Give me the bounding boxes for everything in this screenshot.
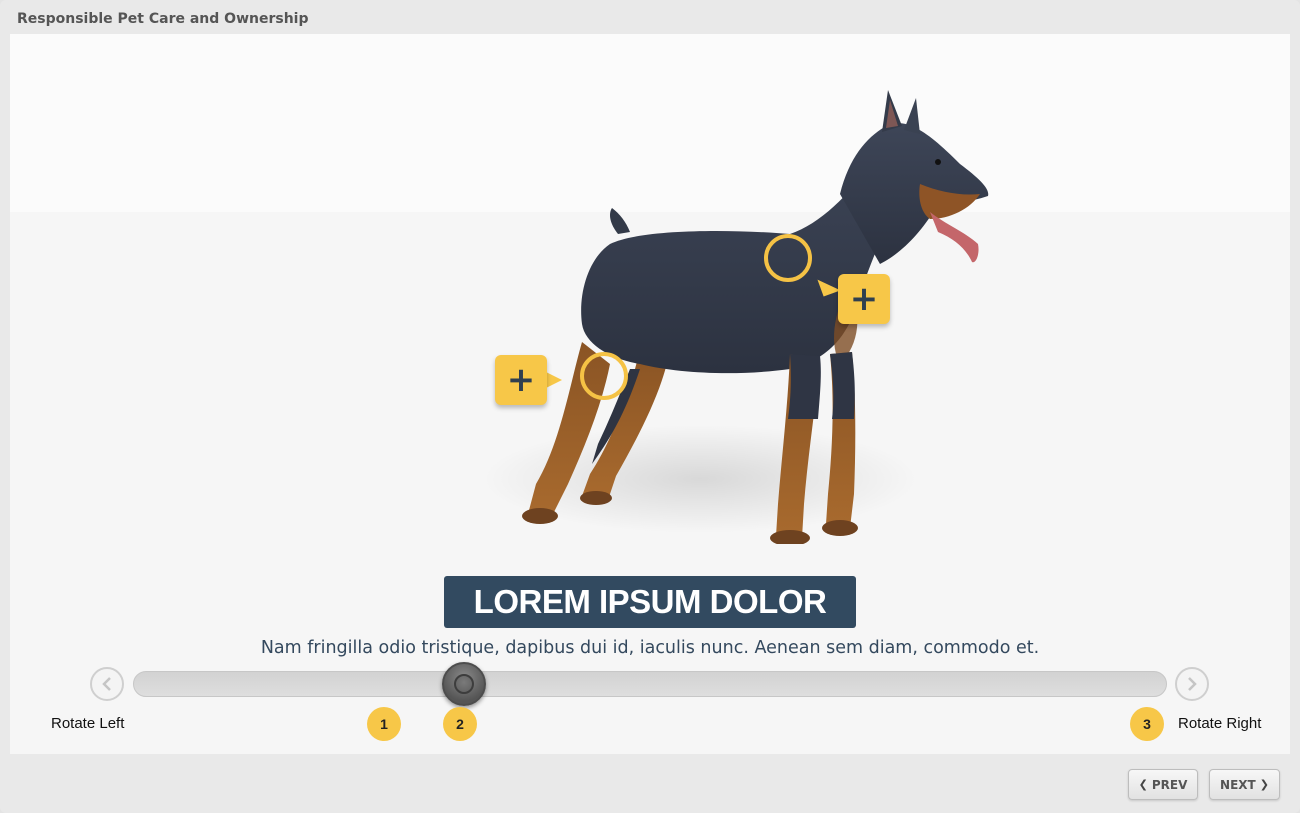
rotation-slider-track[interactable]	[133, 671, 1167, 697]
step-marker-1[interactable]: 1	[367, 707, 401, 741]
hotspot-hind-leg-button[interactable]: +	[495, 355, 547, 405]
slide-headline: LOREM IPSUM DOLOR	[444, 576, 856, 628]
next-button[interactable]: NEXT ❯	[1209, 769, 1280, 800]
plus-icon: +	[506, 360, 536, 400]
chevron-left-icon	[102, 677, 111, 691]
rotate-left-button[interactable]	[90, 667, 124, 701]
window-title: Responsible Pet Care and Ownership	[17, 11, 309, 27]
rotate-left-label: Rotate Left	[51, 715, 125, 732]
prev-button[interactable]: ❮ PREV	[1128, 769, 1198, 800]
next-label: NEXT	[1220, 777, 1256, 792]
dog-image	[522, 90, 989, 544]
thumb-grip	[453, 674, 474, 694]
step-marker-2[interactable]: 2	[443, 707, 477, 741]
slide-stage: + + LOREM IPSUM DOLOR Nam fringilla odio…	[10, 34, 1290, 754]
plus-icon: +	[849, 279, 879, 319]
prev-label: PREV	[1151, 777, 1188, 792]
chevron-left-icon: ❮	[1138, 778, 1148, 791]
callout-pointer	[546, 372, 562, 388]
rotate-right-button[interactable]	[1175, 667, 1209, 701]
rotate-right-label: Rotate Right	[1178, 715, 1262, 732]
hotspot-shoulder-button[interactable]: +	[838, 274, 890, 324]
chevron-right-icon	[1188, 677, 1197, 691]
step-marker-3[interactable]: 3	[1130, 707, 1164, 741]
slide-caption: Nam fringilla odio tristique, dapibus du…	[260, 638, 1040, 658]
rotation-slider-thumb[interactable]	[441, 662, 486, 706]
app-window: Responsible Pet Care and Ownership + + L…	[0, 0, 1300, 813]
chevron-right-icon: ❯	[1259, 778, 1269, 791]
hotspot-hind-leg-ring[interactable]	[580, 352, 628, 400]
hotspot-shoulder-ring[interactable]	[764, 234, 812, 282]
